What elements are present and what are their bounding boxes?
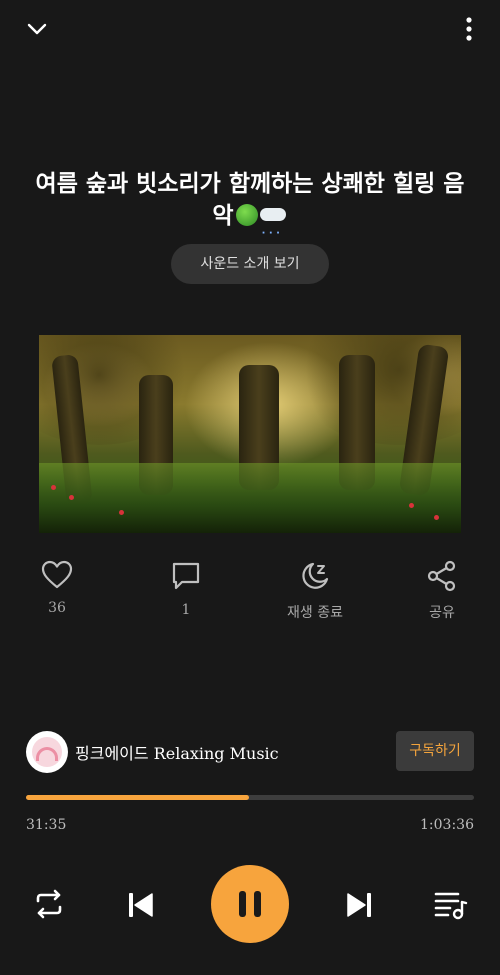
- tree-emoji: [235, 204, 258, 226]
- channel-row: 핑크에이드 Relaxing Music 구독하기: [26, 730, 474, 774]
- current-time: 31:35: [26, 817, 67, 833]
- like-button[interactable]: 36: [2, 560, 112, 616]
- skip-next-icon[interactable]: [345, 892, 373, 918]
- skip-previous-icon[interactable]: [127, 892, 155, 918]
- sound-intro-button[interactable]: 사운드 소개 보기: [171, 244, 329, 284]
- player-screen: 여름 숲과 빗소리가 함께하는 상쾌한 힐링 음악 사운드 소개 보기 36 1: [0, 0, 500, 975]
- moon-sleep-icon: [302, 562, 329, 589]
- channel-avatar[interactable]: [26, 731, 68, 773]
- comment-count: 1: [181, 602, 191, 618]
- pause-button[interactable]: [211, 865, 289, 943]
- comment-icon: [172, 562, 200, 590]
- top-bar: [0, 0, 500, 60]
- like-count: 36: [48, 600, 66, 616]
- repeat-icon[interactable]: [33, 889, 65, 919]
- sleep-timer-label: 재생 종료: [287, 605, 343, 621]
- heart-icon: [41, 560, 73, 589]
- track-title: 여름 숲과 빗소리가 함께하는 상쾌한 힐링 음악: [30, 168, 470, 250]
- share-icon: [427, 560, 456, 592]
- playback-controls: [0, 865, 500, 945]
- share-button[interactable]: 공유: [387, 560, 497, 622]
- more-options-icon[interactable]: [464, 16, 474, 42]
- chevron-down-icon[interactable]: [24, 16, 50, 42]
- cloud-with-snow-emoji: [258, 204, 288, 250]
- progress-bar[interactable]: [26, 795, 474, 800]
- progress-fill: [26, 795, 249, 800]
- track-artwork: [39, 335, 461, 533]
- pause-icon: [239, 891, 261, 917]
- sleep-timer-button[interactable]: 재생 종료: [260, 560, 370, 622]
- share-label: 공유: [429, 605, 455, 621]
- total-time: 1:03:36: [420, 817, 474, 833]
- comment-button[interactable]: 1: [131, 560, 241, 618]
- subscribe-button[interactable]: 구독하기: [396, 731, 474, 771]
- playlist-icon[interactable]: [434, 890, 468, 920]
- channel-name[interactable]: 핑크에이드 Relaxing Music: [75, 740, 279, 764]
- action-bar: 36 1 재생 종료 공유: [0, 560, 500, 630]
